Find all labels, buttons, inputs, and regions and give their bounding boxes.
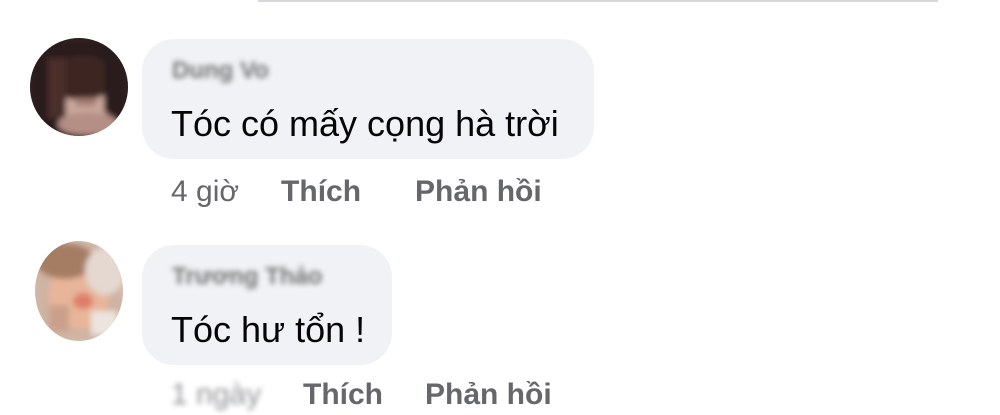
comment-actions: 4 giờ Thích Phản hồi	[171, 172, 542, 212]
comment-timestamp[interactable]: 1 ngày	[171, 378, 263, 412]
comment-actions: 1 ngày Thích Phản hồi	[171, 375, 552, 415]
comment-author[interactable]: Dung Vo	[172, 57, 269, 85]
avatar[interactable]	[35, 241, 123, 341]
avatar-photo-icon	[35, 241, 123, 341]
reply-button[interactable]: Phản hồi	[415, 175, 542, 209]
comment-bubble: Dung Vo Tóc có mấy cọng hà trời	[142, 39, 594, 159]
comment-text: Tóc có mấy cọng hà trời	[171, 103, 559, 144]
like-button[interactable]: Thích	[281, 175, 361, 209]
comment-timestamp[interactable]: 4 giờ	[171, 175, 239, 209]
avatar[interactable]	[30, 38, 128, 136]
comment-item: Dung Vo Tóc có mấy cọng hà trời 4 giờ Th…	[0, 0, 1000, 215]
comment-bubble: Trương Thảo Tóc hư tổn !	[142, 245, 392, 365]
like-button[interactable]: Thích	[303, 378, 383, 412]
reply-button[interactable]: Phản hồi	[425, 378, 552, 412]
comment-item: Trương Thảo Tóc hư tổn ! 1 ngày Thích Ph…	[0, 215, 1000, 415]
comment-text: Tóc hư tổn !	[171, 309, 366, 350]
comment-author[interactable]: Trương Thảo	[172, 263, 322, 291]
avatar-photo-icon	[30, 38, 128, 136]
